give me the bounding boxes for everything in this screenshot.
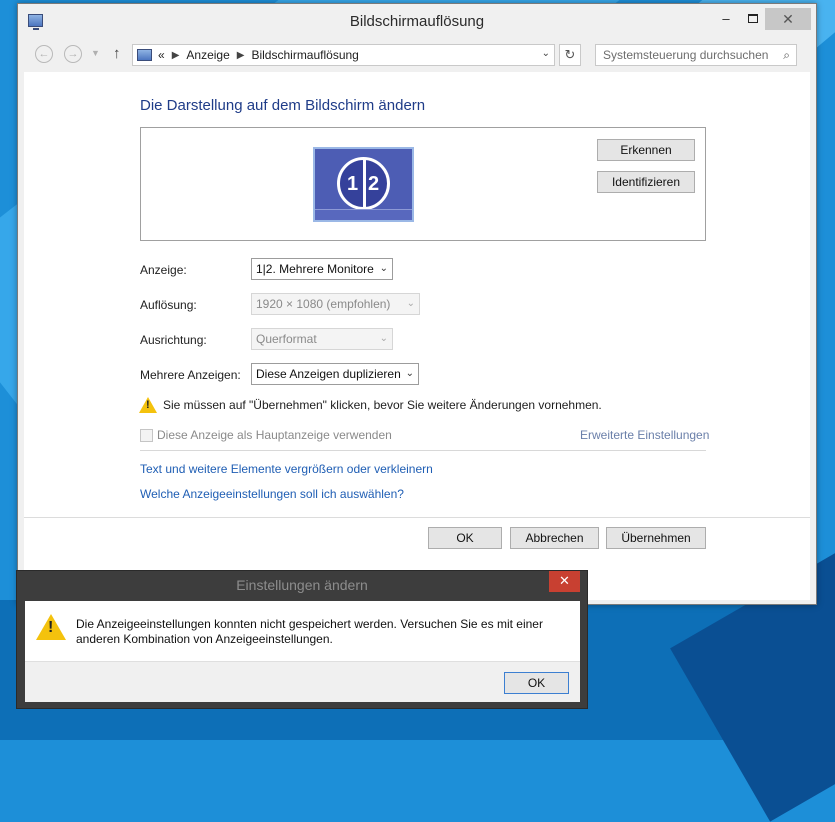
- primary-display-option: Diese Anzeige als Hauptanzeige verwenden: [140, 428, 392, 442]
- back-button[interactable]: ←: [35, 45, 53, 63]
- divider: [140, 450, 706, 451]
- detect-button[interactable]: Erkennen: [597, 139, 695, 161]
- display-value: 1|2. Mehrere Monitore: [256, 262, 374, 276]
- resolution-select: 1920 × 1080 (empfohlen) ⌄: [251, 293, 420, 315]
- close-button[interactable]: ✕: [765, 8, 811, 30]
- chevron-down-icon: ⌄: [379, 263, 388, 274]
- text-size-link[interactable]: Text und weitere Elemente vergrößern ode…: [140, 462, 433, 476]
- title-bar[interactable]: Bildschirmauflösung – ✕: [18, 4, 816, 36]
- multiple-displays-select[interactable]: Diese Anzeigen duplizieren ⌄: [251, 363, 419, 385]
- dialog-close-button[interactable]: ✕: [549, 571, 580, 592]
- forward-button[interactable]: →: [64, 45, 82, 63]
- warning-text: Sie müssen auf "Übernehmen" klicken, bev…: [163, 398, 602, 412]
- monitor-number-2: 2: [368, 173, 380, 195]
- maximize-button[interactable]: [739, 8, 767, 30]
- content-pane: Die Darstellung auf dem Bildschirm änder…: [24, 72, 810, 600]
- search-icon[interactable]: ⌕: [783, 45, 790, 65]
- advanced-settings-link[interactable]: Erweiterte Einstellungen: [580, 428, 709, 442]
- dialog-message-line-2: anderen Kombination von Anzeigeeinstellu…: [76, 632, 333, 646]
- divider: [24, 517, 810, 518]
- breadcrumb-current[interactable]: Bildschirmauflösung: [251, 48, 358, 62]
- multiple-displays-value: Diese Anzeigen duplizieren: [256, 367, 401, 381]
- chevron-down-icon: ⌄: [405, 368, 414, 379]
- resolution-value: 1920 × 1080 (empfohlen): [256, 297, 391, 311]
- navigation-bar: ← → ▼ ↑ « ▶ Anzeige ▶ Bildschirmauflösun…: [18, 36, 816, 72]
- orientation-label: Ausrichtung:: [140, 333, 207, 347]
- display-label: Anzeige:: [140, 263, 187, 277]
- chevron-right-icon: ▶: [171, 49, 180, 61]
- chevron-down-icon[interactable]: ⌄: [542, 48, 550, 59]
- cancel-button[interactable]: Abbrechen: [510, 527, 599, 549]
- dialog-title: Einstellungen ändern: [236, 577, 368, 593]
- refresh-button[interactable]: ↻: [559, 44, 581, 66]
- error-dialog: Einstellungen ändern ✕ Die Anzeigeeinste…: [16, 570, 588, 709]
- address-bar[interactable]: « ▶ Anzeige ▶ Bildschirmauflösung ⌄: [132, 44, 555, 66]
- chevron-down-icon: ⌄: [406, 298, 415, 309]
- display-select[interactable]: 1|2. Mehrere Monitore ⌄: [251, 258, 393, 280]
- breadcrumb-overflow[interactable]: «: [158, 48, 165, 62]
- primary-display-label: Diese Anzeige als Hauptanzeige verwenden: [157, 428, 392, 442]
- window-title: Bildschirmauflösung: [349, 13, 485, 30]
- breadcrumb-anzeige[interactable]: Anzeige: [186, 48, 229, 62]
- dialog-ok-button[interactable]: OK: [504, 672, 569, 694]
- monitor-number-badge: 1 2: [337, 157, 390, 211]
- dialog-body: Die Anzeigeeinstellungen konnten nicht g…: [25, 601, 580, 661]
- search-placeholder: Systemsteuerung durchsuchen: [603, 48, 769, 62]
- search-input[interactable]: Systemsteuerung durchsuchen ⌕: [595, 44, 797, 66]
- apply-button[interactable]: Übernehmen: [606, 527, 706, 549]
- primary-display-checkbox: [140, 428, 153, 442]
- control-panel-icon: [137, 49, 152, 61]
- warning-message: Sie müssen auf "Übernehmen" klicken, bev…: [139, 397, 602, 413]
- up-button[interactable]: ↑: [113, 45, 121, 62]
- dialog-footer: OK: [25, 661, 580, 702]
- monitor-tile[interactable]: 1 2: [313, 147, 414, 222]
- dialog-message: Die Anzeigeeinstellungen konnten nicht g…: [76, 617, 556, 647]
- display-help-link[interactable]: Welche Anzeigeeinstellungen soll ich aus…: [140, 487, 404, 501]
- monitor-number-1: 1: [347, 173, 359, 195]
- resolution-label: Auflösung:: [140, 298, 197, 312]
- orientation-select: Querformat ⌄: [251, 328, 393, 350]
- orientation-value: Querformat: [256, 332, 317, 346]
- minimize-button[interactable]: –: [712, 8, 740, 30]
- monitor-arrangement-area: 1 2 Erkennen Identifizieren: [140, 127, 706, 241]
- multiple-displays-label: Mehrere Anzeigen:: [140, 368, 241, 382]
- chevron-down-icon: ⌄: [379, 333, 388, 344]
- maximize-icon: [748, 14, 758, 23]
- recent-locations-dropdown[interactable]: ▼: [91, 48, 100, 58]
- identify-button[interactable]: Identifizieren: [597, 171, 695, 193]
- warning-icon: [36, 614, 66, 640]
- dialog-message-line-1: Die Anzeigeeinstellungen konnten nicht g…: [76, 617, 543, 631]
- page-title: Die Darstellung auf dem Bildschirm änder…: [140, 97, 426, 114]
- chevron-right-icon: ▶: [236, 49, 245, 61]
- ok-button[interactable]: OK: [428, 527, 502, 549]
- warning-icon: [139, 397, 157, 413]
- screen-resolution-window: Bildschirmauflösung – ✕ ← → ▼ ↑ « ▶ Anze…: [17, 3, 817, 605]
